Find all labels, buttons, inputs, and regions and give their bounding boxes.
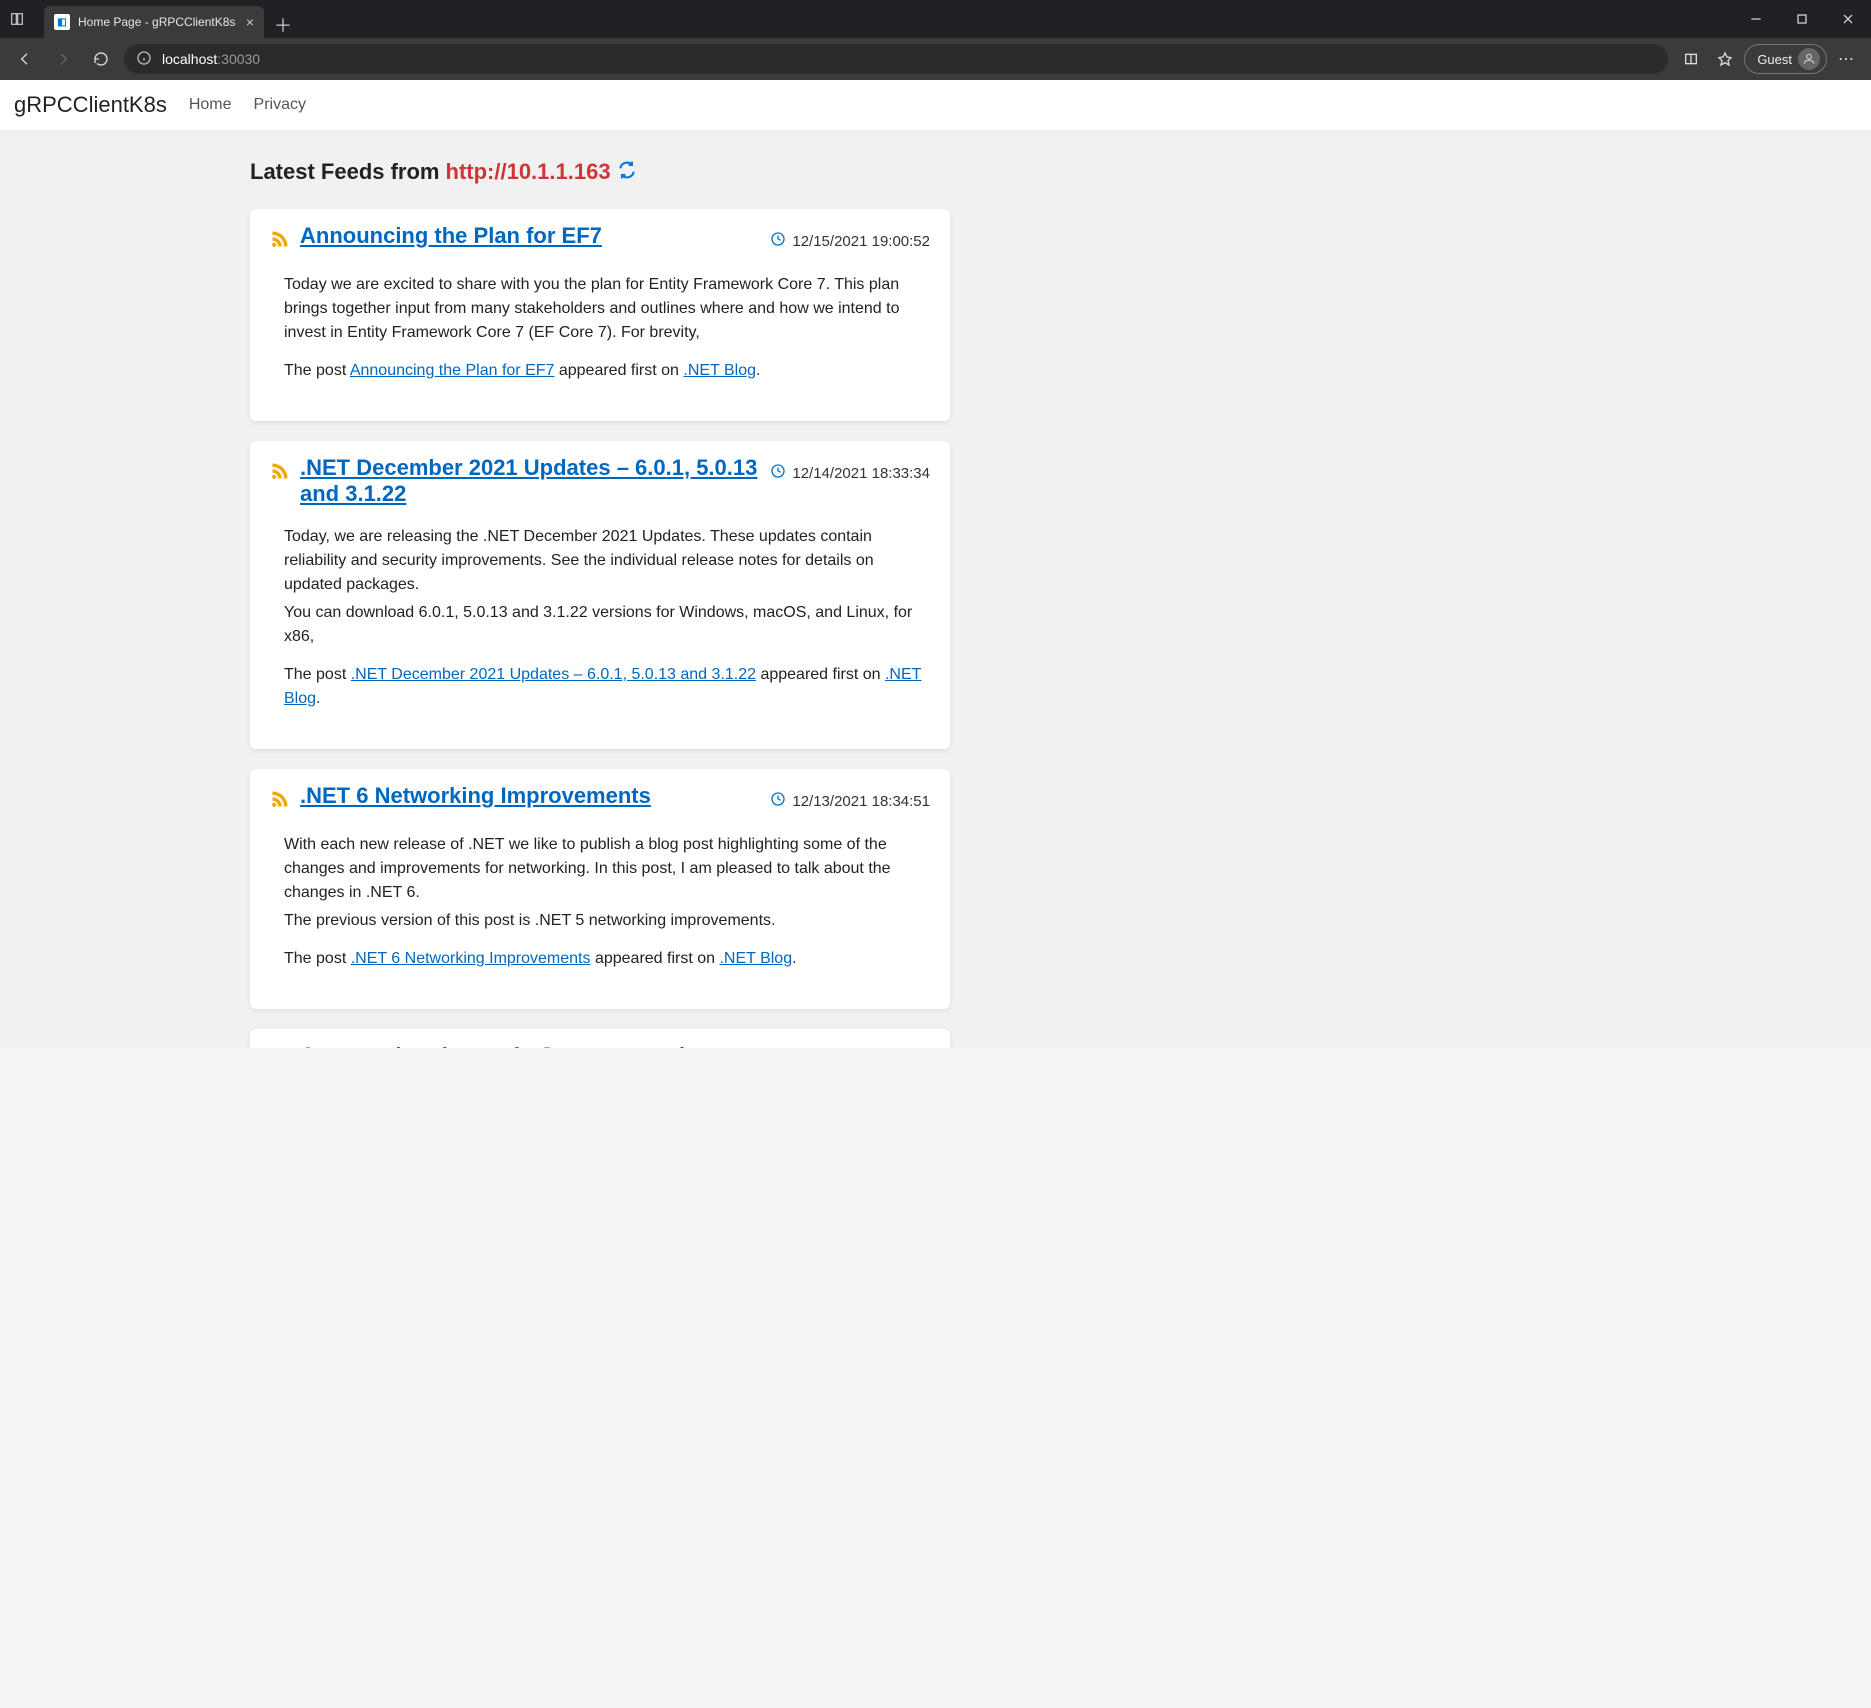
tab-strip: ◧ Home Page - gRPCClientK8s × ＋ [34,0,1733,38]
feed-post-link[interactable]: .NET December 2021 Updates – 6.0.1, 5.0.… [351,666,756,683]
feed-title-link[interactable]: Announcing dot.net in Japanese and Simpl… [300,1043,760,1048]
feed-card: .NET December 2021 Updates – 6.0.1, 5.0.… [250,441,950,749]
favorites-icon[interactable] [1710,44,1740,74]
refresh-button[interactable] [86,44,116,74]
timestamp-text: 12/14/2021 18:33:34 [792,465,930,482]
feed-source-url: http://10.1.1.163 [446,159,611,185]
feed-summary-2: The previous version of this post is .NE… [284,909,930,933]
tab-favicon: ◧ [54,14,70,30]
app-brand[interactable]: gRPCClientK8s [14,92,167,118]
clock-icon [770,463,786,483]
page-viewport[interactable]: gRPCClientK8s Home Privacy Latest Feeds … [0,80,1871,1048]
feed-title-link[interactable]: .NET 6 Networking Improvements [300,783,651,809]
nav-link-privacy[interactable]: Privacy [254,96,306,114]
url-input[interactable]: localhost:30030 [124,44,1668,74]
blog-link[interactable]: .NET Blog [683,362,756,379]
feed-title-link[interactable]: .NET December 2021 Updates – 6.0.1, 5.0.… [300,455,760,507]
url-host: localhost [162,51,217,67]
app-navbar: gRPCClientK8s Home Privacy [0,80,1871,131]
tab-title: Home Page - gRPCClientK8s [78,15,235,29]
close-window-button[interactable] [1825,0,1871,38]
new-tab-button[interactable]: ＋ [268,12,298,38]
feed-post-link[interactable]: .NET 6 Networking Improvements [351,950,591,967]
feed-post-link[interactable]: Announcing the Plan for EF7 [350,362,555,379]
more-menu-icon[interactable]: ⋯ [1831,44,1861,74]
feed-summary: Today, we are releasing the .NET Decembe… [284,525,930,597]
window-controls [1733,0,1871,38]
timestamp-text: 12/13/2021 18:34:51 [792,793,930,810]
rss-icon [270,461,290,487]
feed-footer: The post .NET 6 Networking Improvements … [284,947,930,971]
blog-link[interactable]: .NET Blog [719,950,792,967]
url-port: :30030 [217,51,260,67]
forward-button[interactable] [48,44,78,74]
address-bar: localhost:30030 Guest ⋯ [0,38,1871,80]
feed-timestamp: 12/14/2021 18:33:34 [770,463,930,483]
refresh-feeds-icon[interactable] [617,160,637,185]
feed-card: Announcing the Plan for EF7 12/15/2021 1… [250,209,950,421]
feed-card: .NET 6 Networking Improvements 12/13/202… [250,769,950,1009]
tab-close-icon[interactable]: × [246,15,254,29]
feed-title-link[interactable]: Announcing the Plan for EF7 [300,223,602,249]
rss-icon [270,789,290,815]
browser-tab[interactable]: ◧ Home Page - gRPCClientK8s × [44,6,264,38]
feed-timestamp: 12/15/2021 19:00:52 [770,231,930,251]
feed-summary: With each new release of .NET we like to… [284,833,930,905]
site-info-icon[interactable] [136,50,152,69]
feed-summary: Today we are excited to share with you t… [284,273,930,345]
avatar-icon [1798,48,1820,70]
maximize-button[interactable] [1779,0,1825,38]
feed-summary-2: You can download 6.0.1, 5.0.13 and 3.1.2… [284,601,930,649]
back-button[interactable] [10,44,40,74]
feed-footer: The post .NET December 2021 Updates – 6.… [284,663,930,711]
reading-view-icon[interactable] [1676,44,1706,74]
timestamp-text: 12/15/2021 19:00:52 [792,233,930,250]
rss-icon [270,229,290,255]
nav-link-home[interactable]: Home [189,96,232,114]
feed-card: Announcing dot.net in Japanese and Simpl… [250,1029,950,1048]
tab-actions-icon[interactable] [0,0,34,38]
profile-button[interactable]: Guest [1744,44,1827,74]
guest-label: Guest [1757,52,1792,67]
clock-icon [770,791,786,811]
feed-timestamp: 12/13/2021 18:34:51 [770,791,930,811]
heading-prefix: Latest Feeds from [250,159,440,185]
page-title: Latest Feeds from http://10.1.1.163 [250,159,950,185]
browser-titlebar: ◧ Home Page - gRPCClientK8s × ＋ [0,0,1871,38]
clock-icon [770,231,786,251]
feed-footer: The post Announcing the Plan for EF7 app… [284,359,930,383]
minimize-button[interactable] [1733,0,1779,38]
